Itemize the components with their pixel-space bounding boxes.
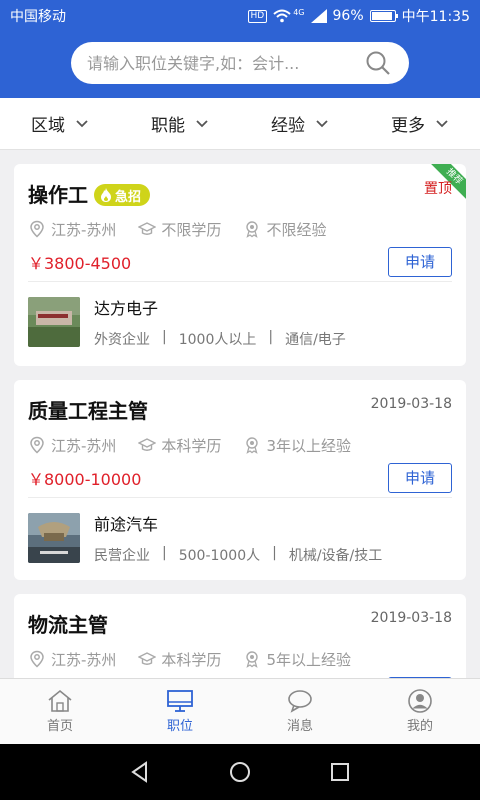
flame-icon [101,188,111,202]
job-card[interactable]: 2019-03-18 质量工程主管 江苏-苏州 本科学历 3年以上经验 ￥800… [14,380,466,580]
company-name: 前途汽车 [94,515,159,534]
medal-icon [246,221,259,238]
separator: | [268,329,274,345]
tab-label: 消息 [286,719,313,734]
recents-icon[interactable] [328,760,352,784]
carrier-name: 中国移动 [10,9,66,25]
separator: | [272,545,277,561]
chat-bubble-icon [288,690,312,713]
apply-button[interactable]: 申请 [388,246,452,277]
post-date: 2019-03-18 [370,610,452,626]
company-name: 达方电子 [94,299,159,318]
job-location: 江苏-苏州 [51,436,117,455]
separator: | [162,329,167,345]
home-circle-icon[interactable] [228,760,252,784]
chevron-down-icon [436,119,448,127]
monitor-icon [167,690,193,712]
urgent-badge: 急招 [94,184,151,206]
company-size: 500-1000人 [178,548,261,564]
separator: | [162,545,167,561]
job-title: 质量工程主管 [28,399,148,423]
filter-label: 更多 [391,116,425,136]
filter-bar: 区域 职能 经验 更多 [0,98,480,150]
tab-messages[interactable]: 消息 [240,679,360,744]
filter-more[interactable]: 更多 [360,98,480,149]
chevron-down-icon [76,119,88,127]
pinned-label: 置顶 [424,181,452,197]
job-list: 推荐 置顶 操作工 急招 江苏-苏州 不限学历 不限经验 ￥3800-4500 … [14,164,466,728]
system-nav-bar [0,744,480,800]
graduation-cap-icon [138,222,157,235]
hd-icon: HD [247,9,268,23]
company-info[interactable]: 前途汽车 民营企业 | 500-1000人 | 机械/设备/技工 [28,498,452,578]
status-bar: 中国移动 HD 4G 96% 中午11:35 [0,0,480,32]
job-education: 本科学历 [161,436,222,455]
search-input[interactable] [87,53,342,73]
search-box[interactable] [71,42,409,84]
chevron-down-icon [196,119,208,127]
wifi-icon [273,9,291,23]
medal-icon [246,651,259,668]
job-experience: 不限经验 [266,220,327,239]
location-icon [30,436,44,454]
company-info[interactable]: 达方电子 外资企业 | 1000人以上 | 通信/电子 [28,282,452,362]
bottom-tab-bar: 首页 职位 消息 我的 [0,678,480,744]
job-title: 物流主管 [28,613,108,637]
company-type: 外资企业 [94,332,150,348]
graduation-cap-icon [138,652,157,665]
job-title: 操作工 [28,183,88,207]
battery-icon [369,10,398,22]
job-experience: 3年以上经验 [266,436,351,455]
medal-icon [246,437,259,454]
home-icon [48,689,72,712]
company-type: 民营企业 [94,548,150,564]
job-salary: ￥3800-4500 [28,253,132,273]
company-logo [28,513,80,563]
tab-label: 我的 [406,719,433,734]
tab-label: 职位 [166,719,193,734]
back-icon[interactable] [128,760,152,784]
tab-jobs[interactable]: 职位 [120,679,240,744]
tab-profile[interactable]: 我的 [360,679,480,744]
filter-label: 经验 [271,116,305,136]
job-location: 江苏-苏州 [51,220,117,239]
post-date: 2019-03-18 [370,396,452,412]
location-icon [30,220,44,238]
company-industry: 机械/设备/技工 [288,548,383,564]
signal-icon [310,9,327,23]
urgent-label: 急招 [115,189,142,205]
job-education: 本科学历 [161,650,222,669]
job-location: 江苏-苏州 [51,650,117,669]
search-icon[interactable] [365,50,391,76]
tab-label: 首页 [46,719,73,734]
filter-label: 职能 [151,116,185,136]
job-experience: 5年以上经验 [266,650,351,669]
filter-label: 区域 [31,116,65,136]
apply-button[interactable]: 申请 [388,462,452,493]
location-icon [30,650,44,668]
search-header [0,32,480,98]
user-avatar-icon [408,689,432,713]
network-type: 4G [293,7,305,17]
filter-region[interactable]: 区域 [0,98,120,149]
company-size: 1000人以上 [178,332,257,348]
graduation-cap-icon [138,438,157,451]
job-card[interactable]: 推荐 置顶 操作工 急招 江苏-苏州 不限学历 不限经验 ￥3800-4500 … [14,164,466,366]
battery-percent: 96% [332,8,364,24]
clock: 中午11:35 [401,9,470,25]
filter-function[interactable]: 职能 [120,98,240,149]
job-education: 不限学历 [161,220,222,239]
chevron-down-icon [316,119,328,127]
tab-home[interactable]: 首页 [0,679,120,744]
filter-experience[interactable]: 经验 [240,98,360,149]
company-logo [28,297,80,347]
job-salary: ￥8000-10000 [28,469,142,489]
company-industry: 通信/电子 [285,332,346,348]
